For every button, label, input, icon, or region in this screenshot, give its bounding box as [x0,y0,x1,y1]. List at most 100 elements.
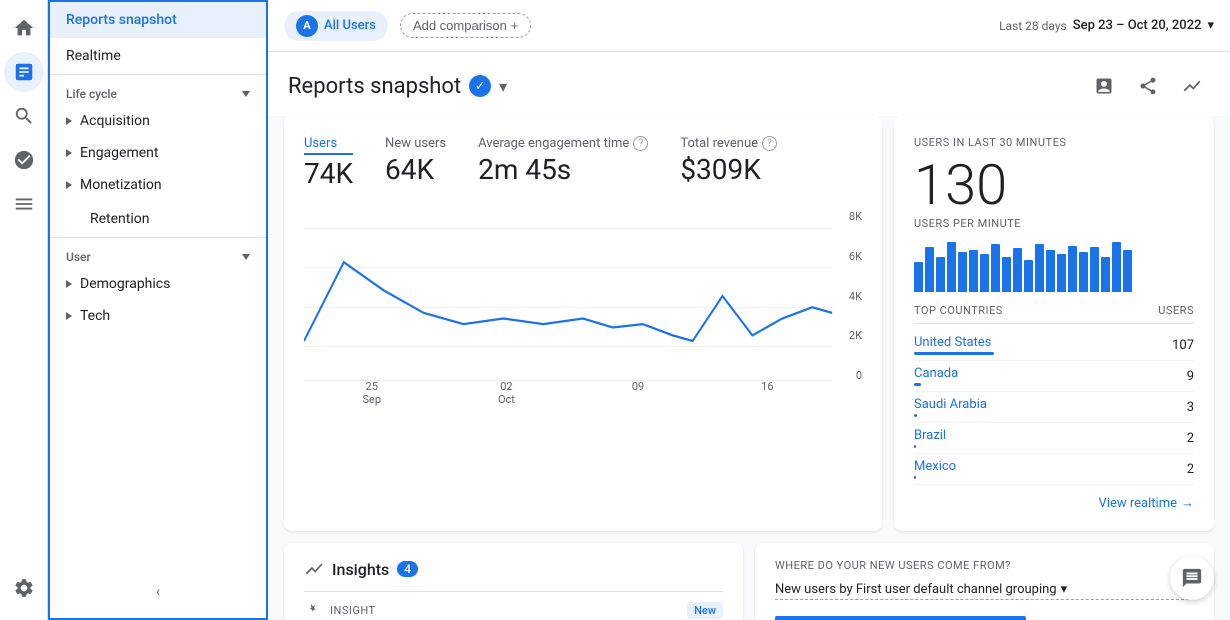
metrics-row: Users 74K New users 64K Average engageme… [304,136,862,190]
mini-bar-item [958,252,967,292]
insights-card: Insights 4 INSIGHT New [284,543,743,620]
bottom-row: Insights 4 INSIGHT New WHERE DO YOUR NEW… [284,543,1214,620]
users-in-label: USERS IN LAST 30 MINUTES [914,136,1194,149]
mini-bar-item [969,250,978,292]
mini-bar-item [1068,246,1077,292]
mini-bar-item [1123,250,1132,292]
trend-button[interactable] [1174,68,1210,104]
mini-bar-item [1057,254,1066,292]
revenue-value: $309K [680,153,777,186]
sidebar-collapse-button[interactable]: ‹ [144,578,172,606]
realtime-number: 130 [914,157,1194,213]
tech-expand-icon [66,312,72,320]
user-collapse-icon[interactable] [242,254,250,260]
country-users-ca: 9 [1187,369,1194,384]
mini-bar-item [1024,260,1033,292]
insights-badge: 4 [397,561,418,577]
nav-settings-icon[interactable] [4,568,44,608]
country-bar-sa [914,414,917,417]
country-users-us: 107 [1172,338,1194,353]
countries-header: TOP COUNTRIES USERS [914,304,1194,324]
where-header: WHERE DO YOUR NEW USERS COME FROM? [775,559,1194,572]
country-name-us[interactable]: United States [914,335,994,350]
chart-area: 8K 6K 4K 2K 0 [304,206,862,386]
acquisition-expand-icon [66,117,72,125]
page-title-dropdown[interactable]: ▾ [499,77,507,96]
insight-sparkle-icon [304,603,320,619]
country-name-ca[interactable]: Canada [914,366,958,381]
mini-bar-item [1002,257,1011,292]
country-row-sa: Saudi Arabia 3 [914,392,1194,423]
sidebar-item-acquisition[interactable]: Acquisition [50,105,266,137]
nav-audience-icon[interactable] [4,140,44,180]
lifecycle-collapse-icon[interactable] [242,91,250,97]
nav-reports-icon[interactable] [4,184,44,224]
channel-bar-placeholder [775,616,1026,620]
users-value: 74K [304,157,353,190]
save-table-button[interactable] [1086,68,1122,104]
nav-analytics-icon[interactable] [4,52,44,92]
metric-users: Users 74K [304,136,353,190]
realtime-card: USERS IN LAST 30 MINUTES 130 USERS PER M… [894,116,1214,531]
insight-row: INSIGHT New [304,592,723,620]
chat-button[interactable] [1170,556,1214,600]
monetization-expand-icon [66,181,72,189]
mini-bar-chart [914,242,1194,292]
page-title-row: Reports snapshot ✓ ▾ [288,74,507,99]
sidebar-item-demographics[interactable]: Demographics [50,268,266,300]
revenue-info-icon[interactable]: ? [762,136,777,151]
users-label: Users [304,136,353,155]
top-bar: A All Users Add comparison + Last 28 day… [268,0,1230,52]
page-title: Reports snapshot [288,74,461,99]
main-content: A All Users Add comparison + Last 28 day… [268,0,1230,620]
all-users-avatar: A [296,15,318,37]
country-users-mx: 2 [1187,462,1194,477]
avg-engagement-label: Average engagement time ? [478,136,648,151]
new-users-label: New users [385,136,446,151]
new-badge: New [687,602,723,619]
cards-row: Users 74K New users 64K Average engageme… [284,116,1214,531]
mini-bar-item [1090,247,1099,292]
view-realtime-link[interactable]: View realtime → [914,495,1194,511]
content-area: Users 74K New users 64K Average engageme… [268,116,1230,620]
demographics-expand-icon [66,280,72,288]
avg-engagement-info-icon[interactable]: ? [633,136,648,151]
metric-avg-engagement: Average engagement time ? 2m 45s [478,136,648,190]
nav-home-icon[interactable] [4,8,44,48]
country-name-br[interactable]: Brazil [914,428,946,443]
verified-icon: ✓ [469,75,491,97]
mini-bar-item [925,247,934,292]
mini-bar-item [1046,250,1055,292]
country-row-mx: Mexico 2 [914,454,1194,485]
where-card: WHERE DO YOUR NEW USERS COME FROM? New u… [755,543,1214,620]
line-chart [304,206,862,386]
nav-search-icon[interactable] [4,96,44,136]
country-bar-us [914,352,994,355]
share-button[interactable] [1130,68,1166,104]
users-per-minute-label: USERS PER MINUTE [914,217,1194,230]
sidebar-item-monetization[interactable]: Monetization [50,169,266,201]
mini-bar-item [914,262,923,292]
mini-bar-item [1079,252,1088,292]
add-comparison-button[interactable]: Add comparison + [400,13,532,38]
insight-label: INSIGHT [330,604,376,617]
insights-trend-icon [304,559,324,579]
lifecycle-section-header: Life cycle [50,74,266,105]
all-users-chip[interactable]: A All Users [284,11,388,41]
metric-revenue: Total revenue ? $309K [680,136,777,190]
country-name-mx[interactable]: Mexico [914,459,956,474]
users-chart-card: Users 74K New users 64K Average engageme… [284,116,882,531]
country-bar-br [914,445,916,448]
sidebar-item-reports-snapshot[interactable]: Reports snapshot [50,2,266,38]
country-row-us: United States 107 [914,330,1194,361]
sidebar-item-retention[interactable]: Retention [50,201,266,237]
country-name-sa[interactable]: Saudi Arabia [914,397,987,412]
mini-bar-item [980,254,989,292]
sidebar-item-engagement[interactable]: Engagement [50,137,266,169]
sidebar-item-realtime[interactable]: Realtime [50,38,266,74]
country-row-br: Brazil 2 [914,423,1194,454]
channel-grouping-selector[interactable]: New users by First user default channel … [775,582,1194,600]
metric-new-users: New users 64K [385,136,446,190]
sidebar-item-tech[interactable]: Tech [50,300,266,332]
date-range: Last 28 days Sep 23 – Oct 20, 2022 ▾ [999,18,1214,33]
